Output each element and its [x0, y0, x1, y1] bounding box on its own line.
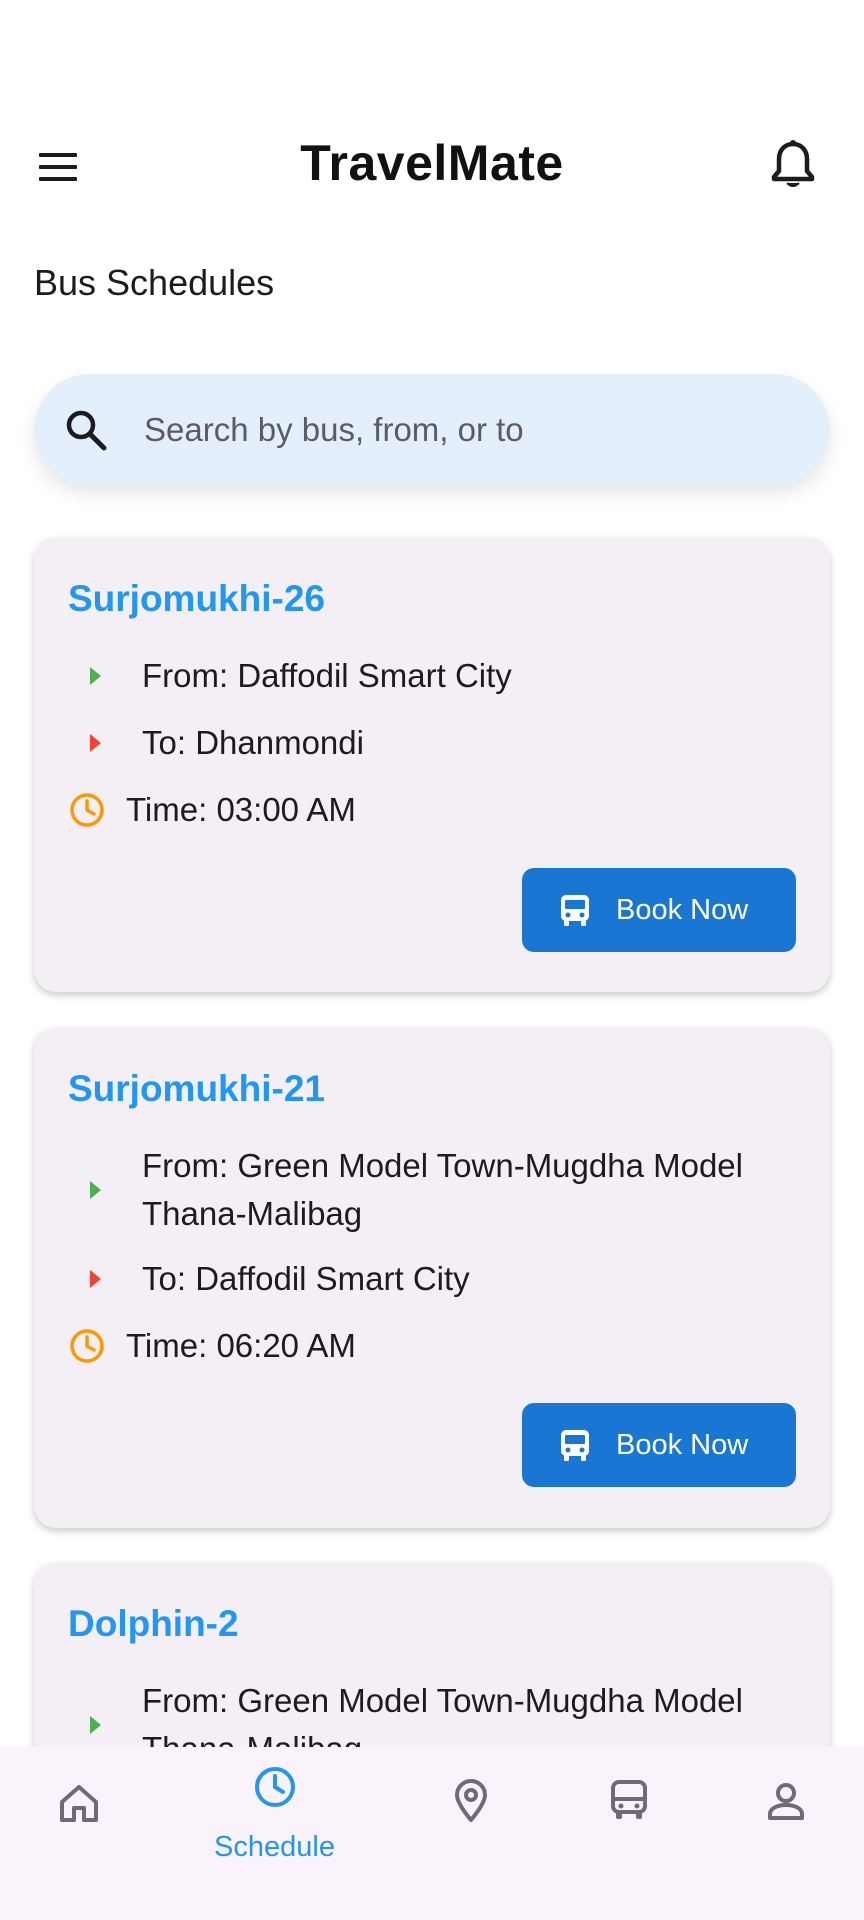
from-text: From: Green Model Town-Mugdha Model Than… — [142, 1142, 743, 1238]
bus-name: Dolphin-2 — [68, 1603, 239, 1644]
book-now-button[interactable]: Book Now — [522, 868, 796, 952]
app-title: TravelMate — [300, 135, 564, 191]
bus-icon — [561, 895, 589, 926]
from-text-line-1: From: Green Model Town-Mugdha Model — [142, 1682, 743, 1719]
bus-icon — [561, 1430, 589, 1461]
nav-profile[interactable] — [707, 1747, 864, 1920]
nav-location[interactable] — [392, 1747, 549, 1920]
schedule-card: Surjomukhi-26 From: Daffodil Smart City … — [34, 538, 830, 992]
page-title: Bus Schedules — [34, 262, 275, 303]
from-arrow-icon — [78, 1708, 112, 1742]
to-text: To: Daffodil Smart City — [142, 1260, 470, 1297]
nav-home[interactable] — [0, 1747, 157, 1920]
schedule-card: Surjomukhi-21 From: Green Model Town-Mug… — [34, 1028, 830, 1528]
notifications-button[interactable] — [763, 135, 823, 195]
to-row: To: Daffodil Smart City — [68, 1255, 800, 1303]
book-now-label: Book Now — [616, 1428, 749, 1461]
home-icon — [59, 1785, 98, 1822]
bus-name: Surjomukhi-26 — [68, 578, 325, 619]
nav-bus[interactable] — [550, 1747, 707, 1920]
clock-icon — [70, 1329, 104, 1363]
nav-schedule[interactable]: Schedule — [196, 1747, 353, 1920]
bus-name: Surjomukhi-21 — [68, 1068, 325, 1109]
from-row: From: Green Model Town-Mugdha Model Than… — [68, 1142, 800, 1238]
clock-icon — [70, 793, 104, 827]
nav-schedule-label: Schedule — [214, 1831, 335, 1863]
search-bar[interactable] — [34, 374, 830, 486]
to-text: To: Dhanmondi — [142, 724, 364, 761]
time-row: Time: 06:20 AM — [68, 1322, 800, 1370]
from-arrow-icon — [78, 659, 112, 693]
book-now-label: Book Now — [616, 893, 749, 926]
to-row: To: Dhanmondi — [68, 719, 800, 767]
bell-icon — [771, 140, 815, 187]
to-arrow-icon — [78, 726, 112, 760]
from-row: From: Daffodil Smart City — [68, 652, 800, 700]
from-text-line-2: Thana-Malibag — [142, 1195, 363, 1232]
bus-icon — [610, 1780, 647, 1819]
person-icon — [767, 1783, 804, 1820]
book-now-button[interactable]: Book Now — [522, 1403, 796, 1487]
app-root: TravelMate Bus Schedules Surjomukhi-26 F… — [0, 0, 864, 1920]
bottom-navigation: Schedule — [0, 1747, 864, 1920]
location-pin-icon — [454, 1779, 487, 1822]
time-text: Time: 03:00 AM — [126, 791, 356, 828]
from-text: From: Daffodil Smart City — [142, 657, 512, 694]
app-bar: TravelMate — [0, 100, 864, 230]
search-input[interactable] — [144, 374, 794, 486]
clock-icon — [254, 1767, 295, 1807]
from-text-line-1: From: Green Model Town-Mugdha Model — [142, 1147, 743, 1184]
from-arrow-icon — [78, 1173, 112, 1207]
time-text: Time: 06:20 AM — [126, 1327, 356, 1364]
time-row: Time: 03:00 AM — [68, 786, 800, 834]
to-arrow-icon — [78, 1262, 112, 1296]
search-icon — [66, 410, 107, 451]
